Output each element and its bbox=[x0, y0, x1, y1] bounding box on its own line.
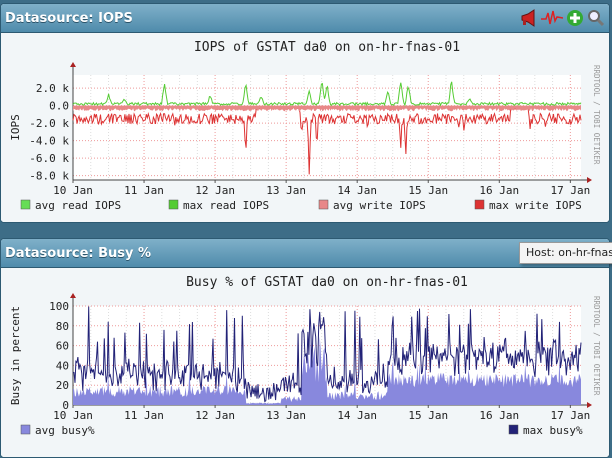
y-tick-label: 100 bbox=[49, 300, 69, 313]
legend-swatch bbox=[474, 199, 485, 210]
y-tick-label: -2.0 k bbox=[29, 117, 69, 130]
plot-area bbox=[73, 75, 581, 180]
legend-swatch bbox=[318, 199, 329, 210]
x-tick-label: 16 Jan bbox=[479, 409, 519, 422]
x-tick-label: 11 Jan bbox=[124, 409, 164, 422]
busy-panel-body: Busy % of GSTAT da0 on on-hr-fnas-01 RRDT… bbox=[1, 268, 609, 457]
y-tick-label: -8.0 k bbox=[29, 170, 69, 183]
y-tick-label: 60 bbox=[56, 340, 69, 353]
y-tick-label: 40 bbox=[56, 359, 69, 372]
busy-panel-header: Datasource: Busy % bbox=[1, 239, 609, 268]
x-tick-label: 12 Jan bbox=[195, 184, 235, 197]
legend-swatch bbox=[168, 199, 179, 210]
iops-panel-header: Datasource: IOPS bbox=[1, 4, 609, 33]
x-tick-label: 11 Jan bbox=[124, 184, 164, 197]
busy-chart[interactable]: Busy % of GSTAT da0 on on-hr-fnas-01 RRDT… bbox=[1, 268, 607, 456]
iops-panel-body: IOPS of GSTAT da0 on on-hr-fnas-01 RRDTOO… bbox=[1, 33, 609, 222]
rrdtool-credit: RRDTOOL / TOBI OETIKER bbox=[592, 65, 601, 165]
chart-title: IOPS of GSTAT da0 on on-hr-fnas-01 bbox=[194, 40, 460, 55]
x-tick-label: 15 Jan bbox=[408, 184, 448, 197]
legend-label: max busy% bbox=[523, 424, 583, 437]
legend-label: max write IOPS bbox=[489, 199, 582, 212]
y-tick-label: 0 bbox=[62, 399, 69, 412]
legend-swatch bbox=[20, 424, 31, 435]
add-icon[interactable] bbox=[566, 9, 584, 27]
y-tick-label: 0.0 bbox=[49, 100, 69, 113]
x-tick-label: 16 Jan bbox=[479, 184, 519, 197]
x-tick-label: 17 Jan bbox=[550, 184, 590, 197]
legend-label: avg write IOPS bbox=[333, 199, 426, 212]
legend-label: max read IOPS bbox=[183, 199, 269, 212]
x-tick-label: 12 Jan bbox=[195, 409, 235, 422]
iops-chart[interactable]: IOPS of GSTAT da0 on on-hr-fnas-01 RRDTOO… bbox=[1, 33, 607, 221]
y-tick-label: 80 bbox=[56, 320, 69, 333]
x-tick-label: 10 Jan bbox=[53, 184, 93, 197]
pulse-icon[interactable] bbox=[541, 9, 564, 27]
x-tick-label: 15 Jan bbox=[408, 409, 448, 422]
busy-panel-title: Datasource: Busy % bbox=[5, 245, 152, 261]
y-axis-label: IOPS bbox=[9, 114, 22, 141]
y-axis-label: Busy in percent bbox=[9, 306, 22, 405]
iops-panel-title: Datasource: IOPS bbox=[5, 10, 133, 26]
zoom-icon[interactable] bbox=[587, 9, 605, 27]
iops-panel: Datasource: IOPS IOPS of GSTAT da0 on on… bbox=[0, 3, 610, 223]
megaphone-icon[interactable] bbox=[520, 9, 538, 27]
busy-panel: Datasource: Busy % Busy % of GSTAT da0 o… bbox=[0, 238, 610, 458]
x-tick-label: 13 Jan bbox=[266, 184, 306, 197]
x-tick-label: 14 Jan bbox=[337, 184, 377, 197]
x-tick-label: 10 Jan bbox=[53, 409, 93, 422]
legend-swatch bbox=[20, 199, 31, 210]
x-tick-label: 13 Jan bbox=[266, 409, 306, 422]
y-tick-label: -4.0 k bbox=[29, 135, 69, 148]
x-tick-label: 17 Jan bbox=[550, 409, 590, 422]
rrdtool-credit: RRDTOOL / TOBI OETIKER bbox=[592, 296, 601, 396]
y-tick-label: 20 bbox=[56, 379, 69, 392]
legend-swatch bbox=[508, 424, 519, 435]
y-tick-label: 2.0 k bbox=[36, 82, 69, 95]
host-tooltip: Host: on-hr-fnas-01 bbox=[519, 242, 612, 264]
y-tick-label: -6.0 k bbox=[29, 152, 69, 165]
panel-toolbar bbox=[520, 9, 605, 27]
legend-label: avg busy% bbox=[35, 424, 95, 437]
chart-title: Busy % of GSTAT da0 on on-hr-fnas-01 bbox=[186, 275, 468, 290]
legend-label: avg read IOPS bbox=[35, 199, 121, 212]
x-tick-label: 14 Jan bbox=[337, 409, 377, 422]
